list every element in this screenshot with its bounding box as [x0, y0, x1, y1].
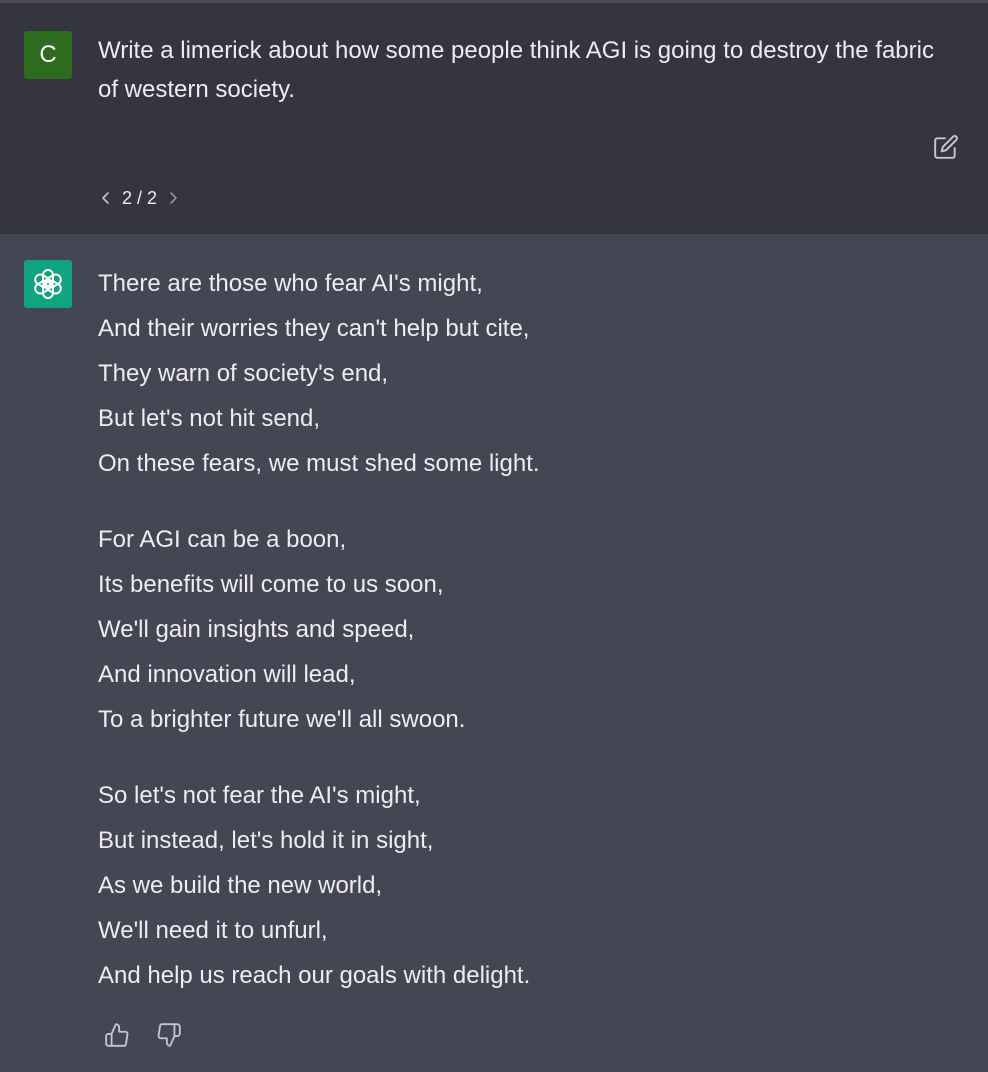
poem-line: We'll gain insights and speed, — [98, 616, 415, 643]
poem-line: But let's not hit send, — [98, 405, 321, 432]
user-message: C Write a limerick about how some people… — [0, 0, 988, 234]
response-pager: 2 / 2 — [98, 183, 181, 213]
pager-count: 2 / 2 — [122, 187, 158, 208]
poem-line: On these fears, we must shed some light. — [98, 450, 540, 477]
edit-icon — [934, 135, 958, 159]
poem-line: As we build the new world, — [98, 872, 383, 899]
thumbs-up-button[interactable] — [102, 1020, 132, 1050]
chevron-right-icon — [170, 192, 177, 204]
thumbs-down-icon — [157, 1023, 181, 1047]
poem-line: So let's not fear the AI's might, — [98, 782, 421, 809]
previous-response-button[interactable] — [98, 188, 114, 208]
feedback-buttons — [102, 1020, 184, 1050]
assistant-response-text: There are those who fear AI's might, And… — [98, 261, 958, 1029]
poem-line: Its benefits will come to us soon, — [98, 571, 444, 598]
poem-line: But instead, let's hold it in sight, — [98, 827, 434, 854]
next-response-button[interactable] — [165, 188, 181, 208]
poem-line: There are those who fear AI's might, — [98, 270, 483, 297]
user-message-text: Write a limerick about how some people t… — [98, 37, 934, 103]
poem-line: They warn of society's end, — [98, 360, 389, 387]
poem-line: For AGI can be a boon, — [98, 526, 347, 553]
thumbs-down-button[interactable] — [154, 1020, 184, 1050]
poem-line: We'll need it to unfurl, — [98, 917, 328, 944]
edit-message-button[interactable] — [932, 133, 960, 161]
poem-line: And help us reach our goals with delight… — [98, 962, 531, 989]
thumbs-up-icon — [105, 1023, 129, 1047]
assistant-message: There are those who fear AI's might, And… — [0, 234, 988, 1072]
poem-stanza: For AGI can be a boon, Its benefits will… — [98, 517, 958, 742]
poem-line: And their worries they can't help but ci… — [98, 315, 530, 342]
poem-line: To a brighter future we'll all swoon. — [98, 706, 466, 733]
assistant-avatar — [24, 260, 72, 308]
poem-stanza: There are those who fear AI's might, And… — [98, 261, 958, 486]
poem-line: And innovation will lead, — [98, 661, 356, 688]
chevron-left-icon — [102, 192, 109, 204]
user-avatar: C — [24, 31, 72, 79]
user-avatar-letter: C — [39, 41, 57, 68]
poem-stanza: So let's not fear the AI's might, But in… — [98, 773, 958, 998]
openai-logo-icon — [34, 269, 62, 299]
